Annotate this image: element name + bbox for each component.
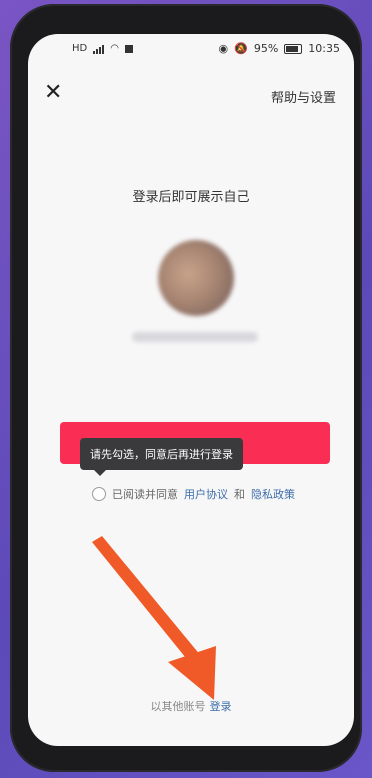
phone-frame: HD ◠ ◉ 🔕 95% 10:35 ✕ 帮助与设置 登录后即可展示自己 请先勾… [10,4,362,772]
app-screen: HD ◠ ◉ 🔕 95% 10:35 ✕ 帮助与设置 登录后即可展示自己 请先勾… [28,34,354,746]
status-bar: HD ◠ ◉ 🔕 95% 10:35 [28,34,354,64]
user-agreement-link[interactable]: 用户协议 [184,486,228,502]
battery-percent: 95% [253,42,279,55]
avatar [158,240,234,316]
annotation-arrow-icon [92,536,216,700]
privacy-policy-link[interactable]: 隐私政策 [251,486,295,502]
agreement-row: 已阅读并同意 用户协议 和 隐私政策 [92,486,295,502]
other-account-row: 以其他账号 登录 [28,698,354,714]
page-title: 登录后即可展示自己 [132,190,250,205]
username-blurred [132,332,258,342]
help-settings-link[interactable]: 帮助与设置 [271,87,336,106]
eye-icon: ◉ [218,42,229,55]
notification-icon [124,44,133,53]
agreement-checkbox[interactable] [92,487,106,501]
signal-icon [93,44,105,54]
agreement-tooltip: 请先勾选，同意后再进行登录 [80,438,243,476]
wifi-icon: ◠ [110,43,119,54]
close-icon[interactable]: ✕ [44,82,62,104]
hd-label: HD [72,43,88,54]
battery-icon [284,43,303,54]
other-account-prefix: 以其他账号 [150,700,206,713]
mute-icon: 🔕 [234,42,248,55]
agreement-and: 和 [234,488,245,501]
agreement-prefix: 已阅读并同意 [112,488,178,501]
clock: 10:35 [308,42,340,55]
other-account-login-link[interactable]: 登录 [210,700,232,713]
